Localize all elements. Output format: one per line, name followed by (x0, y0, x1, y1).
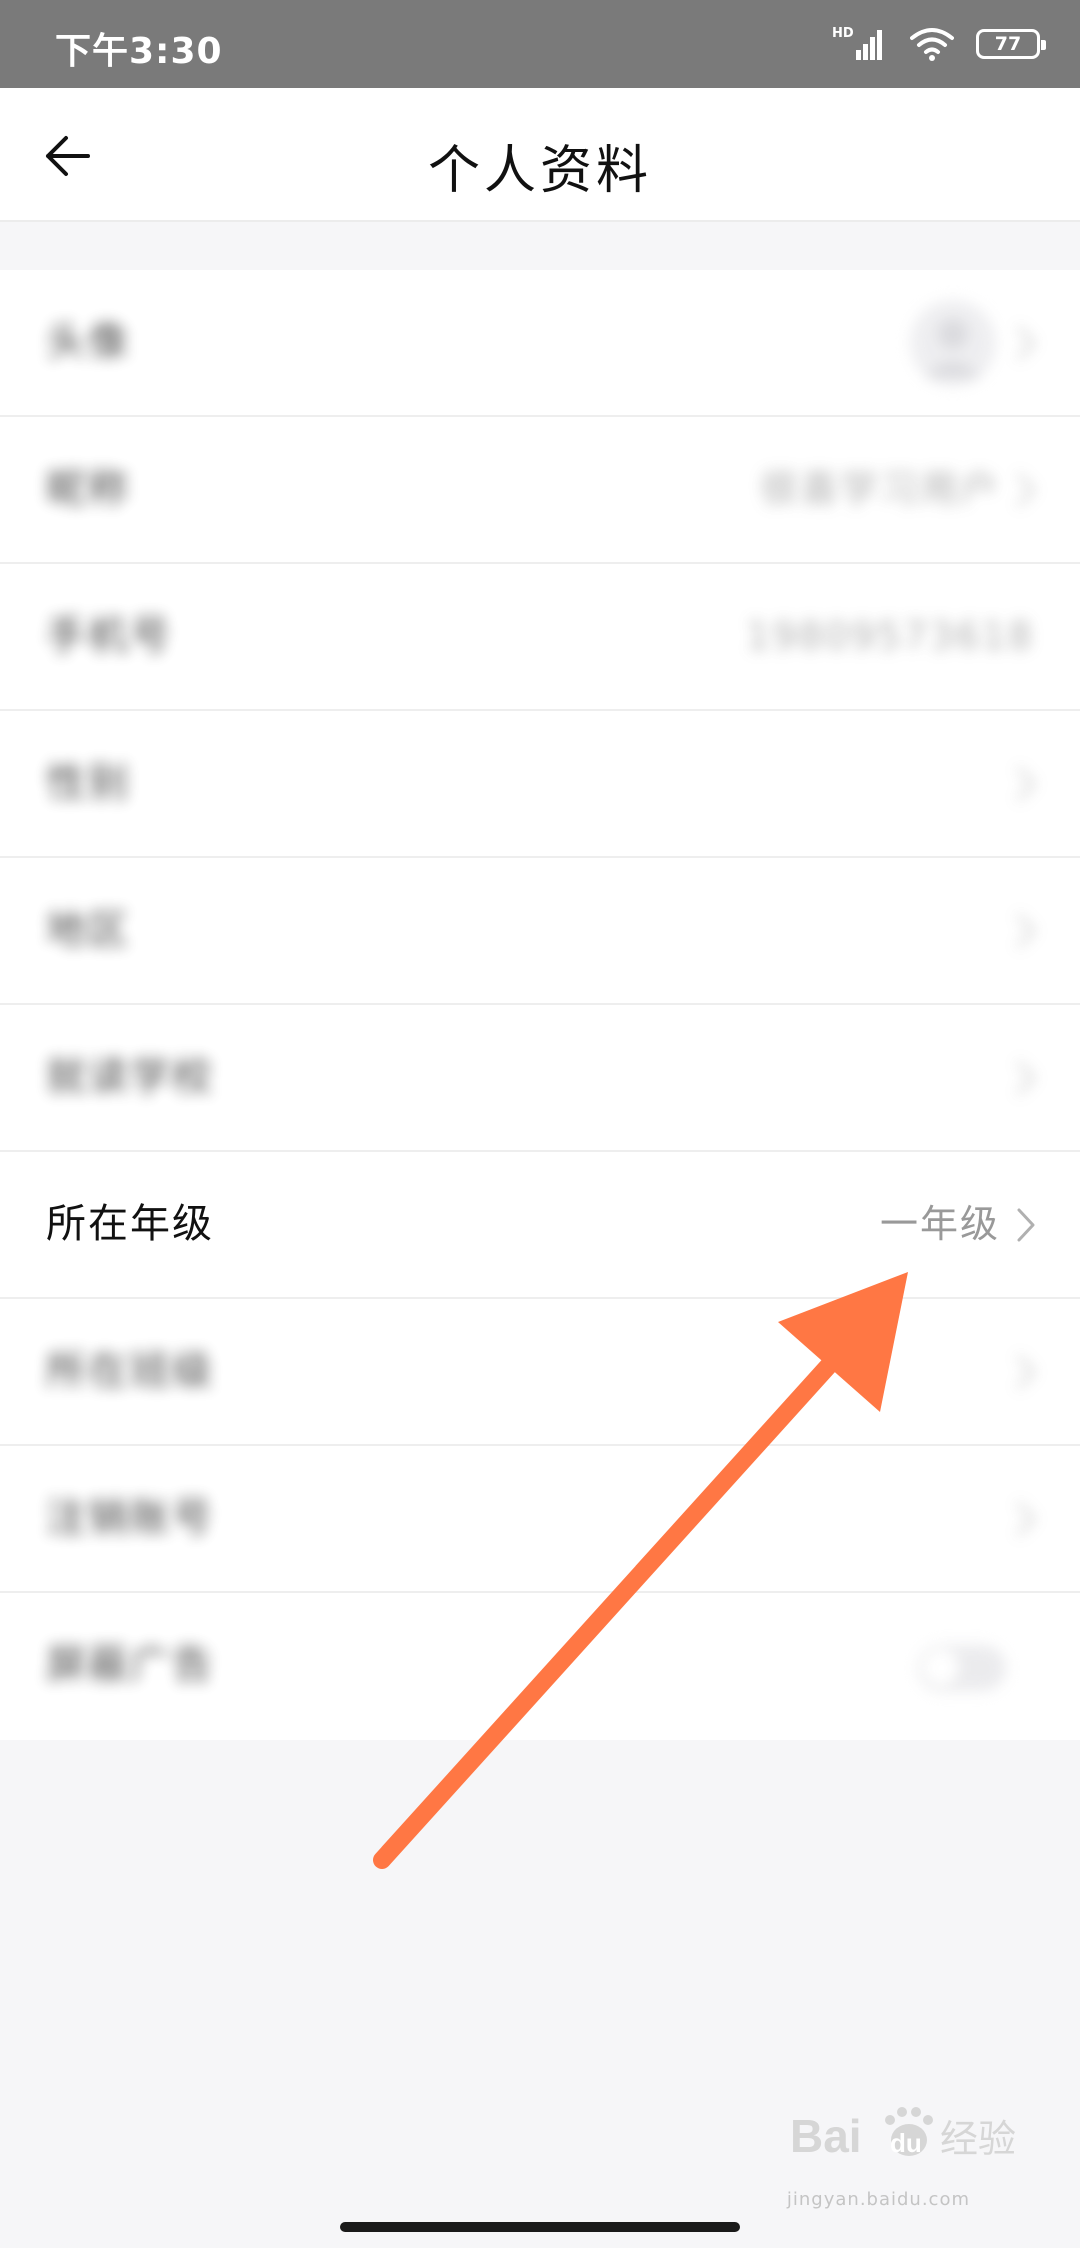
nav-header: 个人资料 (0, 88, 1080, 222)
row-label: 地区 (46, 907, 130, 953)
profile-row-9[interactable]: 注销账号 (0, 1446, 1080, 1593)
signal-icon: HD (832, 24, 888, 64)
chevron-right-icon (1017, 1502, 1035, 1536)
chevron-right-icon (1017, 473, 1035, 507)
page-title: 个人资料 (427, 141, 652, 201)
battery-icon: 77 (976, 29, 1046, 59)
profile-row-2[interactable]: 昵称 很喜学习用户 (0, 417, 1080, 564)
home-indicator[interactable] (340, 2222, 740, 2232)
profile-row-7[interactable]: 所在年级 一年级 (0, 1152, 1080, 1299)
row-label: 注销账号 (46, 1495, 214, 1541)
chevron-right-icon (1017, 1208, 1035, 1242)
chevron-right-icon (1017, 914, 1035, 948)
ad-block-toggle[interactable] (918, 1645, 1006, 1691)
row-label: 头像 (46, 319, 130, 365)
row-label: 所在班级 (46, 1348, 214, 1394)
status-icons: HD 77 (832, 24, 1046, 64)
chevron-right-icon (1017, 1061, 1035, 1095)
baidu-jingyan-watermark: Bai du 经验 (790, 2107, 1016, 2162)
row-value: 一年级 (879, 1202, 1000, 1246)
chevron-right-icon (1017, 1355, 1035, 1389)
status-bar: 下午3:30 HD 77 (0, 0, 1080, 88)
toggle-knob (922, 1649, 960, 1687)
row-label: 就读学校 (46, 1054, 214, 1100)
avatar[interactable] (910, 300, 996, 386)
row-label: 屏蔽广告 (46, 1642, 214, 1688)
watermark-product: 经验 (940, 2117, 1016, 2161)
profile-row-1[interactable]: 头像 (0, 270, 1080, 417)
profile-row-5[interactable]: 地区 (0, 858, 1080, 1005)
profile-row-10[interactable]: 屏蔽广告 (0, 1593, 1080, 1740)
profile-list: 头像 昵称 很喜学习用户 手机号 19809573618 性别 地区 就读学校 所在年级 一年级所… (0, 270, 1080, 1740)
row-label: 手机号 (46, 613, 172, 659)
row-value: 19809573618 (746, 614, 1034, 658)
chevron-right-icon (1017, 767, 1035, 801)
chevron-right-icon (1017, 326, 1035, 360)
profile-row-8[interactable]: 所在班级 (0, 1299, 1080, 1446)
watermark-brand: Bai (790, 2110, 862, 2162)
profile-row-4[interactable]: 性别 (0, 711, 1080, 858)
profile-row-3[interactable]: 手机号 19809573618 (0, 564, 1080, 711)
watermark-domain: jingyan.baidu.com (786, 2189, 970, 2210)
row-label: 昵称 (46, 466, 130, 512)
row-label: 所在年级 (46, 1201, 214, 1247)
profile-row-6[interactable]: 就读学校 (0, 1005, 1080, 1152)
wifi-icon (910, 28, 954, 61)
battery-level: 77 (994, 32, 1022, 55)
watermark-brand-suffix: du (890, 2128, 922, 2158)
status-time: 下午3:30 (55, 31, 223, 72)
row-value: 很喜学习用户 (759, 467, 1000, 511)
row-label: 性别 (46, 760, 130, 806)
